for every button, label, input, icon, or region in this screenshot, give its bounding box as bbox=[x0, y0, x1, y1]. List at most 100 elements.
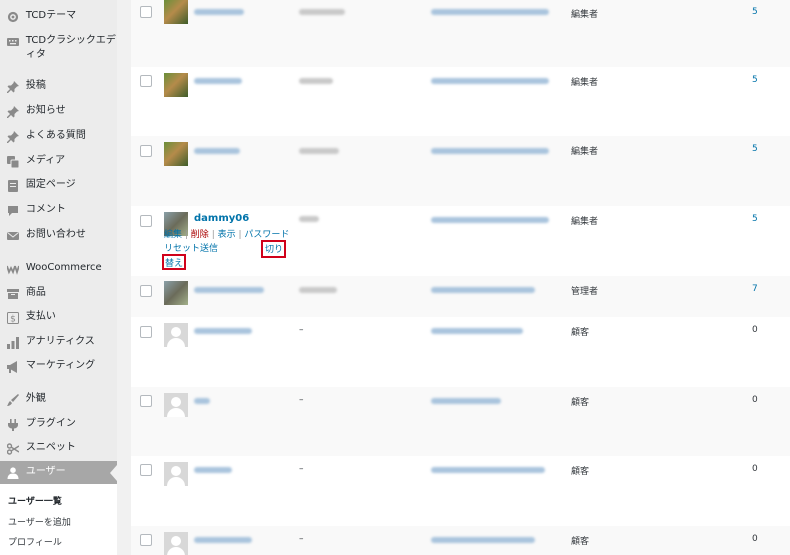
post-count[interactable]: 7 bbox=[752, 284, 758, 294]
username-link[interactable]: dammy06 bbox=[194, 213, 249, 224]
table-row: 編集者 5 bbox=[131, 0, 790, 67]
username-blurred[interactable] bbox=[194, 9, 244, 15]
menu-contact[interactable]: お問い合わせ bbox=[0, 228, 117, 243]
email-blurred[interactable] bbox=[431, 537, 535, 543]
table-row: 編集者 5 bbox=[131, 67, 790, 136]
users-table: 編集者 5 編集者 5 編集者 5 dammy06 編集 | 削除 | 表示 | bbox=[131, 0, 790, 555]
switch-to-link[interactable]: 切り bbox=[265, 242, 283, 255]
row-checkbox[interactable] bbox=[140, 395, 152, 407]
menu-label: マーケティング bbox=[25, 360, 96, 371]
username-blurred[interactable] bbox=[194, 467, 232, 473]
post-count: 0 bbox=[752, 464, 758, 474]
menu-snippets[interactable]: スニペット bbox=[0, 441, 117, 456]
menu-tcd-theme[interactable]: TCDテーマ bbox=[0, 9, 117, 24]
menu-label: 支払い bbox=[25, 311, 56, 322]
username-blurred[interactable] bbox=[194, 148, 240, 154]
brush-icon bbox=[6, 393, 20, 407]
post-count[interactable]: 5 bbox=[752, 214, 758, 224]
avatar bbox=[164, 142, 188, 166]
delete-link[interactable]: 削除 bbox=[191, 230, 209, 240]
menu-news[interactable]: お知らせ bbox=[0, 104, 117, 119]
avatar bbox=[164, 532, 188, 555]
row-checkbox[interactable] bbox=[140, 145, 152, 157]
username-blurred[interactable] bbox=[194, 328, 252, 334]
menu-media[interactable]: メディア bbox=[0, 154, 117, 169]
email-blurred[interactable] bbox=[431, 9, 549, 15]
pin-icon bbox=[6, 105, 20, 119]
menu-marketing[interactable]: マーケティング bbox=[0, 359, 117, 374]
email-blurred[interactable] bbox=[431, 78, 549, 84]
row-checkbox[interactable] bbox=[140, 534, 152, 546]
comment-icon bbox=[6, 204, 20, 218]
name-empty: – bbox=[299, 395, 304, 405]
menu-comments[interactable]: コメント bbox=[0, 203, 117, 218]
post-count[interactable]: 5 bbox=[752, 7, 758, 17]
users-submenu: ユーザー一覧 ユーザーを追加 プロフィール bbox=[0, 484, 117, 555]
gear-icon bbox=[6, 10, 20, 24]
email-blurred[interactable] bbox=[431, 467, 545, 473]
role-text: 管理者 bbox=[571, 287, 599, 297]
page-icon bbox=[6, 179, 20, 193]
menu-tcd-classic-editor[interactable]: TCDクラシックエディタ bbox=[0, 34, 117, 62]
table-row: 編集者 5 bbox=[131, 136, 790, 206]
menu-label: メディア bbox=[25, 155, 66, 166]
avatar bbox=[164, 462, 188, 486]
post-count: 0 bbox=[752, 534, 758, 544]
menu-woocommerce[interactable]: WooCommerce bbox=[0, 261, 117, 276]
username-blurred[interactable] bbox=[194, 398, 210, 404]
avatar bbox=[164, 323, 188, 347]
table-row: – 顧客 0 bbox=[131, 456, 790, 526]
row-checkbox[interactable] bbox=[140, 326, 152, 338]
email-blurred[interactable] bbox=[431, 398, 501, 404]
edit-link[interactable]: 編集 bbox=[164, 230, 182, 240]
role-text: 顧客 bbox=[571, 398, 590, 408]
row-checkbox[interactable] bbox=[140, 75, 152, 87]
menu-label: ユーザー bbox=[25, 466, 66, 477]
submenu-add-user[interactable]: ユーザーを追加 bbox=[8, 515, 71, 528]
switch-to-link-cont[interactable]: 替え bbox=[165, 256, 183, 269]
woo-icon bbox=[6, 262, 20, 276]
active-menu-arrow bbox=[110, 465, 117, 481]
email-blurred[interactable] bbox=[431, 217, 549, 223]
email-blurred[interactable] bbox=[431, 287, 535, 293]
sidebar-gap bbox=[117, 0, 131, 555]
email-blurred[interactable] bbox=[431, 328, 523, 334]
row-checkbox[interactable] bbox=[140, 464, 152, 476]
post-count[interactable]: 5 bbox=[752, 75, 758, 85]
avatar bbox=[164, 0, 188, 24]
scissors-icon bbox=[6, 442, 20, 456]
menu-products[interactable]: 商品 bbox=[0, 286, 117, 301]
email-blurred[interactable] bbox=[431, 148, 549, 154]
menu-users[interactable]: ユーザー bbox=[0, 461, 117, 484]
menu-pages[interactable]: 固定ページ bbox=[0, 178, 117, 193]
menu-analytics[interactable]: アナリティクス bbox=[0, 335, 117, 350]
role-text: 顧客 bbox=[571, 467, 590, 477]
username-blurred[interactable] bbox=[194, 78, 242, 84]
submenu-profile[interactable]: プロフィール bbox=[8, 535, 62, 548]
menu-faq[interactable]: よくある質問 bbox=[0, 129, 117, 144]
table-row: dammy06 編集 | 削除 | 表示 | パスワードリセット送信 切り 替え… bbox=[131, 206, 790, 276]
username-blurred[interactable] bbox=[194, 537, 252, 543]
username-blurred[interactable] bbox=[194, 287, 264, 293]
view-link[interactable]: 表示 bbox=[218, 230, 236, 240]
name-empty: – bbox=[299, 464, 304, 474]
row-checkbox[interactable] bbox=[140, 6, 152, 18]
row-checkbox[interactable] bbox=[140, 215, 152, 227]
name-blurred bbox=[299, 78, 333, 84]
menu-label: プラグイン bbox=[25, 418, 76, 429]
row-checkbox[interactable] bbox=[140, 285, 152, 297]
role-text: 編集者 bbox=[571, 217, 599, 227]
post-count[interactable]: 5 bbox=[752, 144, 758, 154]
submenu-all-users[interactable]: ユーザー一覧 bbox=[8, 494, 62, 507]
menu-posts[interactable]: 投稿 bbox=[0, 79, 117, 94]
menu-plugins[interactable]: プラグイン bbox=[0, 417, 117, 432]
menu-label: お知らせ bbox=[25, 105, 66, 116]
user-icon bbox=[6, 466, 20, 480]
menu-appearance[interactable]: 外観 bbox=[0, 392, 117, 407]
menu-label: スニペット bbox=[25, 442, 76, 453]
role-text: 編集者 bbox=[571, 78, 599, 88]
menu-label: 投稿 bbox=[25, 80, 46, 91]
pin-icon bbox=[6, 80, 20, 94]
menu-payments[interactable]: $ 支払い bbox=[0, 310, 117, 325]
menu-label: TCDクラシックエディタ bbox=[25, 35, 116, 60]
